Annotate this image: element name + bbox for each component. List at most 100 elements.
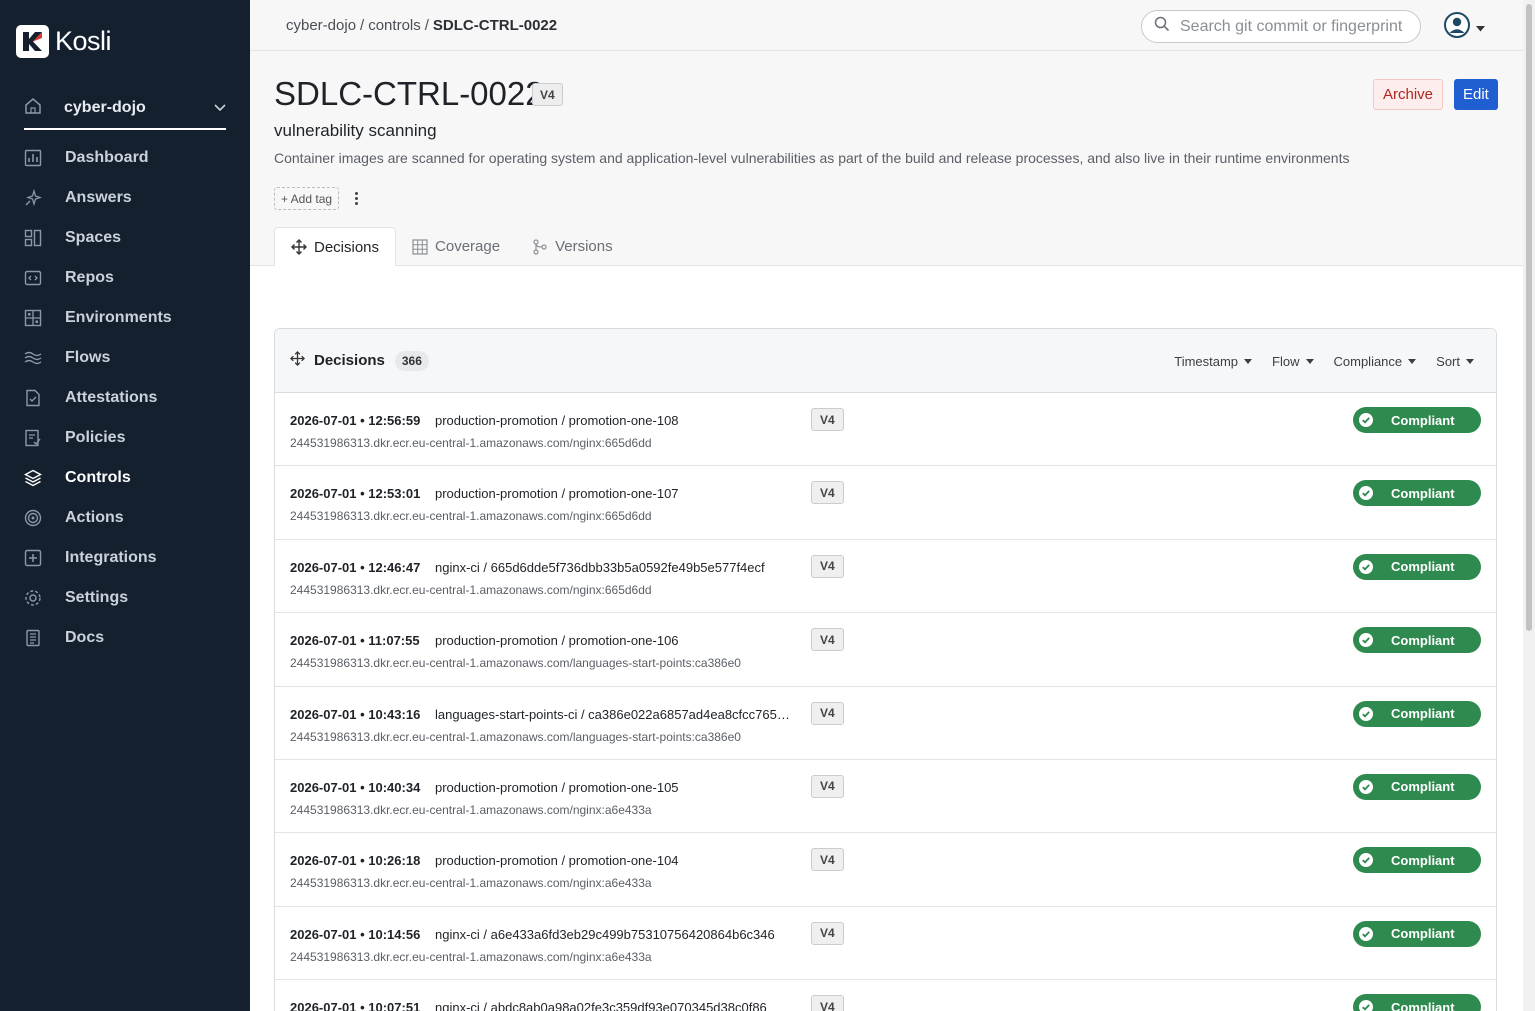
avatar bbox=[1444, 12, 1470, 43]
check-circle-icon bbox=[1359, 486, 1373, 501]
decision-flow[interactable]: nginx-ci / abdc8ab0a98a02fe3c359df93e070… bbox=[435, 1000, 767, 1011]
compliant-badge: Compliant bbox=[1353, 480, 1481, 507]
decision-flow[interactable]: nginx-ci / a6e433a6fd3eb29c499b753107564… bbox=[435, 927, 775, 942]
tab-label-versions: Versions bbox=[555, 238, 613, 255]
decision-flow[interactable]: production-promotion / promotion-one-108 bbox=[435, 413, 679, 428]
nav-item-flows[interactable]: Flows bbox=[0, 338, 250, 378]
compliant-badge: Compliant bbox=[1353, 847, 1481, 874]
decision-version-badge: V4 bbox=[811, 701, 844, 725]
decision-artifact: 244531986313.dkr.ecr.eu-central-1.amazon… bbox=[290, 729, 741, 744]
edit-button[interactable]: Edit bbox=[1454, 79, 1498, 110]
decision-flow[interactable]: languages-start-points-ci / ca386e022a68… bbox=[435, 707, 797, 722]
decision-artifact: 244531986313.dkr.ecr.eu-central-1.amazon… bbox=[290, 876, 652, 891]
check-circle-icon bbox=[1359, 926, 1373, 941]
decision-row[interactable]: 2026-07-01 • 10:14:56 nginx-ci / a6e433a… bbox=[275, 907, 1496, 981]
breadcrumb-org[interactable]: cyber-dojo bbox=[286, 17, 356, 34]
sidebar: Kosli cyber-dojo Dashboard Answers Space… bbox=[0, 0, 250, 1011]
caret-down-icon bbox=[1466, 358, 1474, 364]
brand-logo[interactable]: Kosli bbox=[16, 25, 112, 58]
decision-timestamp: 2026-07-01 • 10:43:16 bbox=[290, 706, 421, 722]
decision-version-badge: V4 bbox=[811, 774, 844, 798]
target-icon bbox=[24, 509, 42, 527]
decision-flow[interactable]: production-promotion / promotion-one-105 bbox=[435, 780, 679, 795]
search-icon bbox=[1154, 16, 1170, 37]
compliant-badge: Compliant bbox=[1353, 920, 1481, 947]
check-circle-icon bbox=[1359, 559, 1373, 574]
decisions-panel: Decisions 366 Timestamp Flow Compliance … bbox=[274, 328, 1497, 1011]
caret-down-icon bbox=[1244, 358, 1253, 364]
filter-compliance[interactable]: Compliance bbox=[1334, 354, 1417, 369]
nav-item-attestations[interactable]: Attestations bbox=[0, 378, 250, 418]
breadcrumb-controls[interactable]: controls bbox=[368, 17, 421, 34]
nav-label-controls: Controls bbox=[65, 469, 131, 486]
decision-version-badge: V4 bbox=[811, 628, 844, 652]
nav-item-spaces[interactable]: Spaces bbox=[0, 218, 250, 258]
decision-version-badge: V4 bbox=[811, 408, 844, 431]
compliant-label: Compliant bbox=[1391, 852, 1455, 868]
filter-label: Sort bbox=[1436, 353, 1460, 369]
tab-coverage[interactable]: Coverage bbox=[396, 227, 516, 266]
compliant-label: Compliant bbox=[1391, 999, 1455, 1011]
more-options-icon[interactable] bbox=[351, 187, 361, 209]
nav-label-policies: Policies bbox=[65, 429, 126, 446]
tab-decisions[interactable]: Decisions bbox=[274, 227, 397, 267]
decision-flow[interactable]: production-promotion / promotion-one-106 bbox=[435, 633, 679, 648]
page-scrollbar[interactable] bbox=[1523, 0, 1535, 1011]
compliant-label: Compliant bbox=[1391, 706, 1455, 722]
grid-icon bbox=[24, 309, 42, 327]
search-box[interactable] bbox=[1141, 10, 1421, 43]
nav-item-dashboard[interactable]: Dashboard bbox=[0, 138, 250, 178]
filter-flow[interactable]: Flow bbox=[1272, 354, 1314, 369]
decision-flow[interactable]: nginx-ci / 665d6dde5f736dbb33b5a0592fe49… bbox=[435, 560, 765, 575]
tab-versions[interactable]: Versions bbox=[516, 227, 629, 266]
filter-sort[interactable]: Sort bbox=[1436, 354, 1474, 369]
doc-icon bbox=[24, 629, 42, 647]
nav-item-settings[interactable]: Settings bbox=[0, 578, 250, 618]
control-name: vulnerability scanning bbox=[274, 121, 437, 140]
decision-row[interactable]: 2026-07-01 • 10:26:18 production-promoti… bbox=[275, 833, 1496, 907]
decision-flow[interactable]: production-promotion / promotion-one-104 bbox=[435, 853, 679, 868]
nav-item-actions[interactable]: Actions bbox=[0, 498, 250, 538]
decision-row[interactable]: 2026-07-01 • 12:56:59 production-promoti… bbox=[275, 393, 1496, 467]
decision-row[interactable]: 2026-07-01 • 11:07:55 production-promoti… bbox=[275, 613, 1496, 687]
nav-item-integrations[interactable]: Integrations bbox=[0, 538, 250, 578]
decision-row[interactable]: 2026-07-01 • 10:43:16 languages-start-po… bbox=[275, 687, 1496, 760]
org-selector[interactable]: cyber-dojo bbox=[24, 88, 226, 130]
search-input[interactable] bbox=[1180, 17, 1420, 36]
nav-label-repos: Repos bbox=[65, 269, 114, 286]
check-circle-icon bbox=[1359, 1000, 1373, 1011]
spaces-icon bbox=[24, 229, 42, 247]
home-icon bbox=[24, 97, 42, 120]
nav-item-controls[interactable]: Controls bbox=[0, 458, 250, 498]
decisions-header: Decisions 366 Timestamp Flow Compliance … bbox=[275, 329, 1496, 393]
decision-row[interactable]: 2026-07-01 • 10:07:51 nginx-ci / abdc8ab… bbox=[275, 980, 1496, 1011]
decision-row[interactable]: 2026-07-01 • 12:46:47 nginx-ci / 665d6dd… bbox=[275, 540, 1496, 614]
add-tag-button[interactable]: + Add tag bbox=[274, 187, 340, 210]
plus-square-icon bbox=[24, 549, 42, 567]
nav-item-policies[interactable]: Policies bbox=[0, 418, 250, 458]
archive-button[interactable]: Archive bbox=[1373, 79, 1444, 110]
breadcrumb-current: SDLC-CTRL-0022 bbox=[432, 17, 558, 34]
compliant-badge: Compliant bbox=[1353, 700, 1481, 727]
chart-icon bbox=[24, 149, 42, 167]
layers-icon bbox=[24, 469, 42, 487]
nav-item-repos[interactable]: Repos bbox=[0, 258, 250, 298]
nav-item-answers[interactable]: Answers bbox=[0, 178, 250, 218]
compliant-label: Compliant bbox=[1391, 559, 1455, 575]
tab-bar: Decisions Coverage Versions bbox=[274, 227, 629, 267]
decision-row[interactable]: 2026-07-01 • 12:53:01 production-promoti… bbox=[275, 466, 1496, 540]
nav-item-docs[interactable]: Docs bbox=[0, 618, 250, 658]
filter-timestamp[interactable]: Timestamp bbox=[1174, 354, 1253, 369]
branch-icon bbox=[532, 238, 548, 255]
scrollbar-thumb[interactable] bbox=[1526, 4, 1532, 631]
decision-flow[interactable]: production-promotion / promotion-one-107 bbox=[435, 486, 679, 501]
decision-version-badge: V4 bbox=[811, 921, 844, 945]
decisions-count: 366 bbox=[394, 350, 429, 371]
caret-down-icon bbox=[1476, 19, 1485, 37]
user-menu[interactable] bbox=[1444, 12, 1485, 43]
nav-item-environments[interactable]: Environments bbox=[0, 298, 250, 338]
decision-row[interactable]: 2026-07-01 • 10:40:34 production-promoti… bbox=[275, 760, 1496, 834]
decision-artifact: 244531986313.dkr.ecr.eu-central-1.amazon… bbox=[290, 582, 652, 597]
control-description: Container images are scanned for operati… bbox=[274, 150, 1350, 166]
decisions-title: Decisions bbox=[314, 352, 385, 369]
